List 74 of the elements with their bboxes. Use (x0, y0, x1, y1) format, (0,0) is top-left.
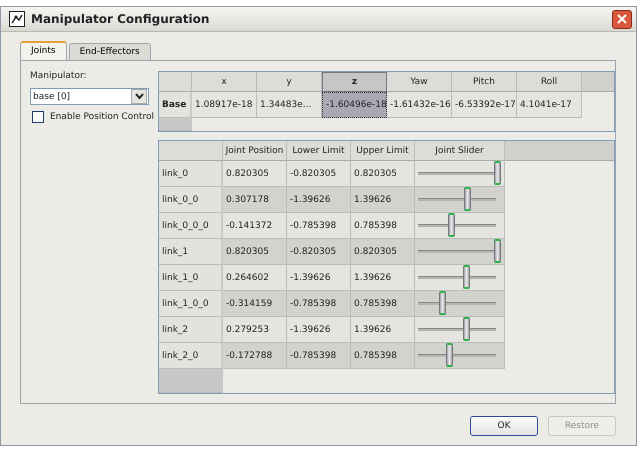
table-cell: 1.39626 (351, 265, 415, 291)
table-cell[interactable]: -1.60496e-18 (322, 92, 387, 118)
slider-thumb[interactable] (464, 187, 471, 211)
slider-thumb[interactable] (462, 317, 470, 341)
row-header: link_1_0 (159, 265, 223, 291)
table-cell: 0.785398 (351, 343, 415, 369)
column-header[interactable]: Pitch (452, 72, 517, 92)
table-cell: -1.39626 (287, 187, 351, 213)
dialog-button[interactable]: OK (470, 416, 538, 436)
close-icon (617, 14, 627, 24)
table-cell: 0.820305 (223, 239, 287, 265)
table-cell: 0.820305 (351, 239, 415, 265)
row-header: link_1 (159, 239, 223, 265)
table-cell[interactable]: 4.1041e-17 (517, 92, 582, 118)
table-cell[interactable]: -6.53392e-17 (452, 92, 517, 118)
table-cell[interactable]: 1.34483e... (257, 92, 322, 118)
table-cell: 0.264602 (223, 265, 287, 291)
table-cell: 0.820305 (223, 161, 287, 187)
column-header[interactable]: Yaw (387, 72, 452, 92)
column-header[interactable]: Joint Position (223, 141, 287, 161)
tab[interactable]: End-Effectors (68, 43, 151, 60)
header-filler (582, 72, 614, 92)
slider-thumb[interactable] (448, 213, 455, 237)
row-header: link_2_0 (159, 343, 223, 369)
column-header[interactable]: x (192, 72, 257, 92)
table-cell: -0.785398 (287, 343, 351, 369)
slider-thumb[interactable] (439, 291, 446, 315)
table-cell[interactable]: -1.61432e-16 (387, 92, 452, 118)
slider-thumb[interactable] (462, 265, 470, 289)
table-cell[interactable]: 1.08917e-18 (192, 92, 257, 118)
window-title: Manipulator Configuration (31, 12, 210, 26)
corner-header (159, 72, 192, 92)
row-header: link_0_0 (159, 187, 223, 213)
row-header: link_2 (159, 317, 223, 343)
slider-thumb[interactable] (494, 239, 501, 263)
field-label: Manipulator: (30, 71, 88, 81)
table-cell: 0.279253 (223, 317, 287, 343)
corner-header (159, 141, 223, 161)
table-cell: -0.785398 (287, 291, 351, 317)
column-header[interactable]: Upper Limit (351, 141, 415, 161)
row-header (159, 369, 223, 393)
table-cell: -1.39626 (287, 317, 351, 343)
checkbox[interactable] (32, 111, 44, 123)
checkbox-label: Enable Position Control (50, 112, 154, 122)
column-header[interactable]: Lower Limit (287, 141, 351, 161)
table-cell: 1.39626 (351, 317, 415, 343)
row-header: link_0_0_0 (159, 213, 223, 239)
table-cell: 0.820305 (351, 161, 415, 187)
row-header: link_1_0_0 (159, 291, 223, 317)
chevron-down-icon (134, 93, 144, 100)
slider-thumb[interactable] (494, 161, 501, 185)
manipulator-dropdown[interactable]: base [0] (30, 88, 149, 105)
table-cell: 1.39626 (351, 187, 415, 213)
table-cell: -0.172788 (223, 343, 287, 369)
row-header: Base (159, 92, 192, 118)
slider-thumb[interactable] (446, 343, 454, 367)
column-header[interactable]: y (257, 72, 322, 92)
table-cell: -0.785398 (287, 213, 351, 239)
app-icon (9, 11, 25, 27)
table-cell: -0.820305 (287, 239, 351, 265)
table-cell: -0.141372 (223, 213, 287, 239)
tab[interactable]: Joints (20, 41, 67, 60)
row-header (159, 118, 192, 131)
table-cell: -1.39626 (287, 265, 351, 291)
table-cell: 0.785398 (351, 291, 415, 317)
table-cell: -0.314159 (223, 291, 287, 317)
table-cell: 0.307178 (223, 187, 287, 213)
column-header[interactable]: Roll (517, 72, 582, 92)
row-header: link_0 (159, 161, 223, 187)
table-cell: 0.785398 (351, 213, 415, 239)
column-header[interactable]: Joint Slider (415, 141, 505, 161)
close-button[interactable] (612, 10, 632, 28)
table-cell: -0.820305 (287, 161, 351, 187)
column-header[interactable]: z (322, 72, 387, 92)
